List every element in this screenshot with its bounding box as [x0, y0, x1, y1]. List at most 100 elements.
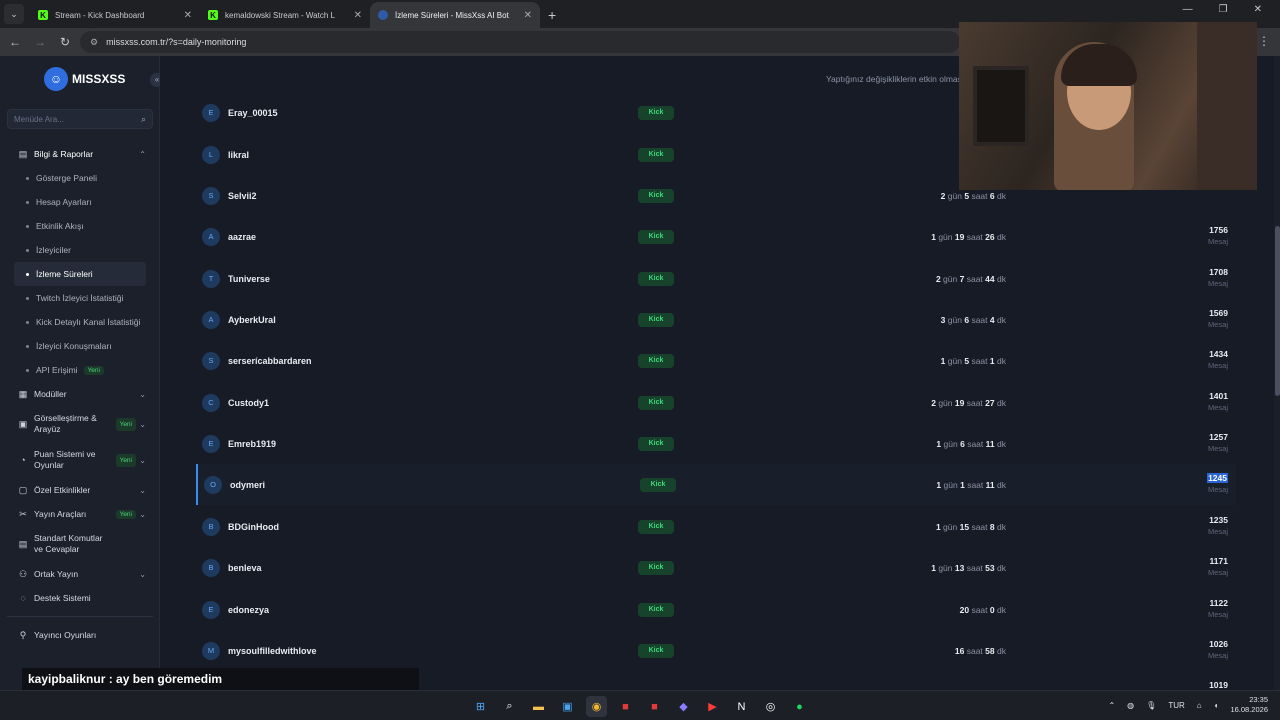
sidebar-item[interactable]: İzleme Süreleri: [14, 262, 146, 286]
sidebar-item-label: Kick Detaylı Kanal İstatistiği: [36, 317, 141, 327]
duration-day-value: 1: [931, 562, 936, 573]
browser-tab[interactable]: K Stream - Kick Dashboard ✕: [30, 2, 200, 28]
message-count-value[interactable]: 1026: [1209, 639, 1228, 649]
sidebar-group[interactable]: ◌ Destek Sistemi: [0, 586, 160, 610]
chrome-icon[interactable]: ◉: [586, 696, 607, 717]
duration-minute-value: 0: [989, 604, 995, 615]
close-tab-icon[interactable]: ✕: [524, 10, 532, 21]
viewer-name[interactable]: mysoulfilledwithlove: [228, 646, 317, 656]
language-indicator[interactable]: TUR: [1168, 701, 1184, 710]
duration-day-unit: gün: [938, 231, 953, 242]
sidebar-item[interactable]: Gösterge Paneli: [0, 166, 160, 190]
chevron-down-icon: ⌄: [139, 419, 146, 429]
viewer-name[interactable]: Eray_00015: [228, 108, 278, 118]
minimize-icon[interactable]: —: [1183, 4, 1193, 15]
forward-icon[interactable]: →: [30, 35, 50, 49]
photos-icon[interactable]: ▣: [557, 696, 578, 717]
sidebar-group[interactable]: ✂ Yayın Araçları Yeni ⌄: [0, 502, 160, 526]
tab-title: Stream - Kick Dashboard: [55, 10, 145, 20]
sidebar-group[interactable]: ▦ Modüller ⌄: [0, 382, 160, 406]
sidebar-item[interactable]: Kick Detaylı Kanal İstatistiği: [0, 310, 160, 334]
message-count-value[interactable]: 1708: [1209, 267, 1228, 277]
message-count-value[interactable]: 1122: [1210, 598, 1228, 608]
sidebar-group[interactable]: ◔ Puan Sistemi ve Oyunlar Yeni ⌄: [0, 442, 160, 478]
network-icon[interactable]: ⌂: [1197, 701, 1202, 710]
clock[interactable]: 23:35 16.08.2026: [1230, 695, 1268, 715]
browser-tab[interactable]: İzleme Süreleri - MissXss AI Bot ✕: [370, 2, 540, 28]
watch-duration: 1 gün 15 saat 8 dk: [936, 522, 1006, 532]
message-count-value[interactable]: 1401: [1209, 391, 1228, 401]
site-info-icon[interactable]: ⚙: [90, 37, 98, 48]
media-player-icon[interactable]: ▶: [702, 696, 723, 717]
message-count-value[interactable]: 1171: [1210, 556, 1228, 566]
duration-hour-unit: saat: [967, 438, 984, 449]
sidebar-item[interactable]: Hesap Ayarları: [0, 190, 160, 214]
menu-search-input[interactable]: Menüde Ara... ⌕: [7, 109, 153, 129]
viewer-name[interactable]: Tuniverse: [228, 274, 270, 284]
message-count-value[interactable]: 1257: [1209, 432, 1228, 442]
sidebar-item[interactable]: Twitch İzleyici İstatistiği: [0, 286, 160, 310]
discord-icon[interactable]: ◍: [1127, 701, 1134, 710]
viewer-name[interactable]: odymeri: [230, 480, 265, 490]
reload-icon[interactable]: ↻: [55, 35, 75, 49]
close-window-icon[interactable]: ✕: [1254, 4, 1262, 15]
message-count-label: Mesaj: [1207, 485, 1228, 494]
message-count-value[interactable]: 1235: [1209, 515, 1228, 525]
sidebar-group-label: Modüller: [34, 389, 67, 399]
viewer-name[interactable]: AyberkUral: [228, 315, 276, 325]
sidebar-group-label: Bilgi & Raporlar: [34, 149, 94, 159]
viewer-name[interactable]: Selvii2: [228, 191, 257, 201]
viewer-name[interactable]: BDGinHood: [228, 522, 279, 532]
url-bar[interactable]: ⚙ missxss.com.tr/?s=daily-monitoring: [80, 31, 960, 53]
duration-day-value: 2: [931, 397, 936, 408]
file-explorer-icon[interactable]: ▬: [528, 696, 549, 717]
sidebar-item[interactable]: API Erişimi Yeni: [0, 358, 160, 382]
restore-icon[interactable]: ❐: [1219, 4, 1228, 15]
start-icon[interactable]: ⊞: [470, 696, 491, 717]
sidebar-item[interactable]: İzleyiciler: [0, 238, 160, 262]
sidebar-group[interactable]: ▤ Standart Komutlar ve Cevaplar: [0, 526, 160, 562]
browser-tab[interactable]: Kkemaldowski Stream - Watch L ✕: [200, 2, 370, 28]
tab-search-button[interactable]: ⌄: [4, 4, 24, 24]
sidebar-group[interactable]: ▢ Özel Etkinlikler ⌄: [0, 478, 160, 502]
volume-icon[interactable]: ◖: [1214, 701, 1219, 710]
duration-hour-value: 6: [960, 438, 965, 449]
notion-icon[interactable]: N: [731, 696, 752, 717]
sidebar-group-reports[interactable]: ▤ Bilgi & Raporlar ⌃: [0, 142, 160, 166]
viewer-name[interactable]: benleva: [228, 563, 262, 573]
back-icon[interactable]: ←: [5, 35, 25, 49]
message-count-value[interactable]: 1245: [1207, 473, 1228, 483]
message-count-value[interactable]: 1569: [1209, 308, 1228, 318]
sidebar-group-games[interactable]: ⚲ Yayıncı Oyunları: [0, 623, 160, 647]
viewer-name[interactable]: aazrae: [228, 232, 256, 242]
search-taskbar-icon[interactable]: ⌕: [499, 696, 520, 717]
chevron-down-icon: ⌄: [139, 569, 146, 579]
obs-icon[interactable]: ◎: [760, 696, 781, 717]
scrollbar[interactable]: [1274, 56, 1280, 696]
app-red-icon[interactable]: ■: [615, 696, 636, 717]
sidebar-item[interactable]: Etkinlik Akışı: [0, 214, 160, 238]
sidebar-group[interactable]: ⚇ Ortak Yayın ⌄: [0, 562, 160, 586]
close-tab-icon[interactable]: ✕: [184, 10, 192, 21]
message-count-value[interactable]: 1756: [1209, 225, 1228, 235]
message-count-value[interactable]: 1019: [1209, 680, 1228, 690]
viewer-name[interactable]: serserícabbardaren: [228, 356, 312, 366]
tray-chevron-icon[interactable]: ⌃: [1108, 701, 1115, 710]
viewer-name[interactable]: Custody1: [228, 398, 269, 408]
sidebar-group[interactable]: ▣ Görselleştirme & Arayüz Yeni ⌄: [0, 406, 160, 442]
close-tab-icon[interactable]: ✕: [354, 10, 362, 21]
new-tab-button[interactable]: +: [548, 7, 556, 23]
microphone-icon[interactable]: 🎙: [1146, 701, 1156, 710]
app-purple-icon[interactable]: ◆: [673, 696, 694, 717]
viewer-name[interactable]: likral: [228, 150, 249, 160]
viewer-name[interactable]: Emreb1919: [228, 439, 276, 449]
duration-hour-value: 5: [964, 190, 970, 201]
viewer-name[interactable]: edonezya: [228, 605, 269, 615]
app-red-2-icon[interactable]: ■: [644, 696, 665, 717]
browser-menu-icon[interactable]: ⋮: [1258, 34, 1270, 48]
spotify-icon[interactable]: ●: [789, 696, 810, 717]
sidebar-item[interactable]: İzleyici Konuşmaları: [0, 334, 160, 358]
message-count-value[interactable]: 1434: [1209, 349, 1228, 359]
brand[interactable]: ☺ MISSXSS: [44, 66, 159, 92]
scrollbar-thumb[interactable]: [1275, 226, 1280, 396]
